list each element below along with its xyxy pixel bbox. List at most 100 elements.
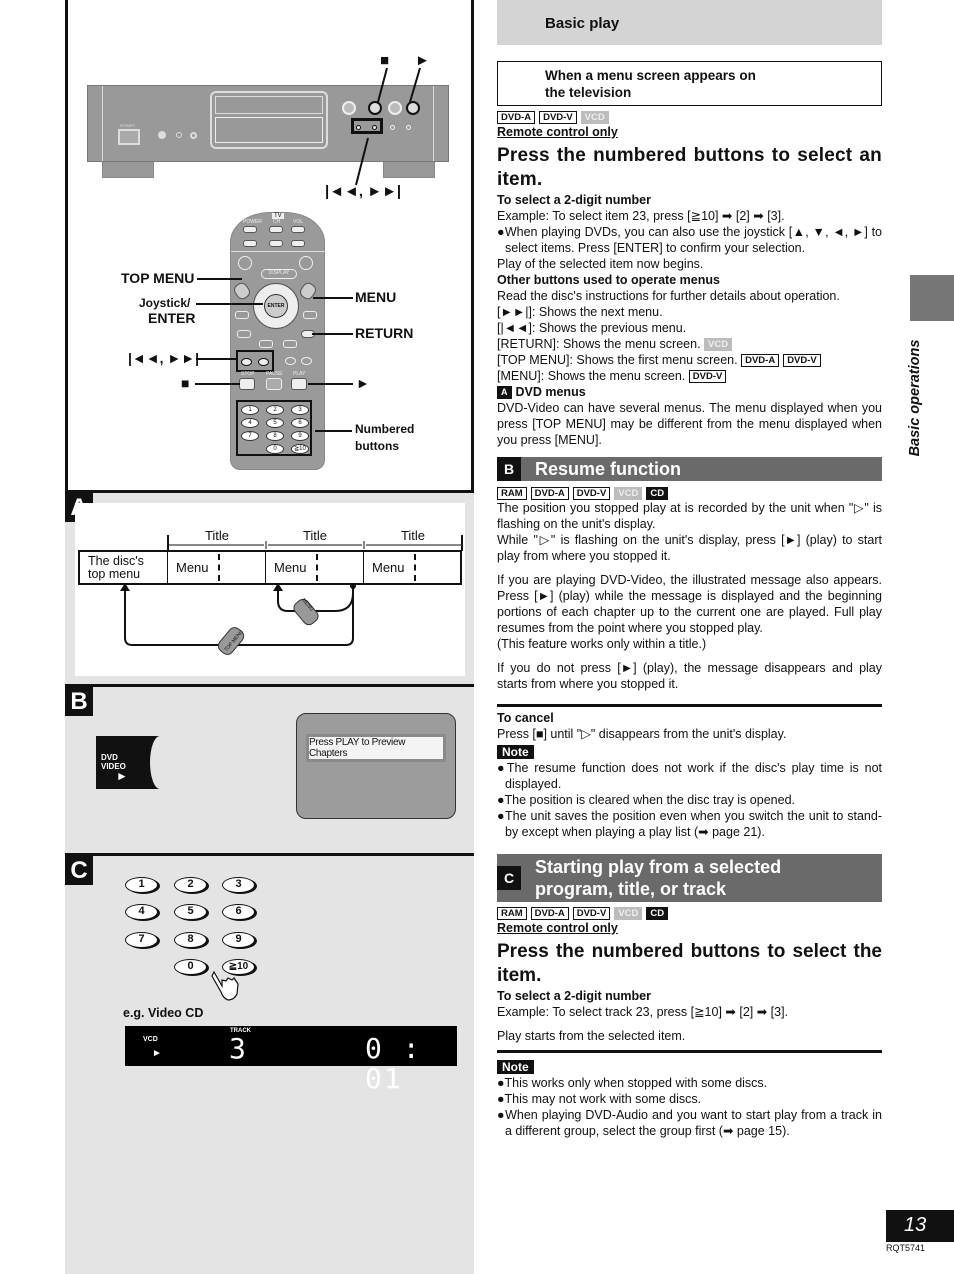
key-5[interactable]: 5	[174, 904, 207, 920]
key-1[interactable]: 1	[125, 877, 158, 893]
key-9[interactable]: 9	[222, 932, 255, 948]
badge-dvd-a: DVD-A	[497, 111, 536, 124]
joystick-line	[196, 303, 263, 305]
vcd-display: VCD ► TRACK 3 0 : 01	[125, 1026, 457, 1094]
play-line	[308, 383, 353, 385]
remote-key-8[interactable]: 8	[266, 431, 284, 441]
figure-c-rule	[65, 853, 474, 856]
skip-callout: |◄◄, ►►|	[128, 350, 200, 366]
ch-up-button[interactable]	[269, 226, 283, 233]
menu-text: [MENU]: Shows the menu screen.	[497, 369, 686, 383]
top-menu-cell-line2: top menu	[88, 566, 141, 581]
resume-section-letter: B	[497, 457, 521, 481]
badge-dvd-a: DVD-A	[530, 487, 569, 500]
track-number: 3	[229, 1032, 246, 1065]
open-close-remote-button[interactable]	[299, 256, 313, 270]
key-7[interactable]: 7	[125, 932, 158, 948]
unit-display-flashing-play: DVD VIDEO ►	[96, 736, 170, 789]
skip-prev-button[interactable]	[241, 358, 252, 366]
stop-button[interactable]	[239, 378, 255, 390]
remote-key-1[interactable]: 1	[241, 405, 259, 415]
chapter-tab	[910, 275, 954, 321]
resume-rule	[497, 704, 882, 707]
menu-topic-box: When a menu screen appears on the televi…	[497, 61, 882, 106]
return-callout: RETURN	[355, 325, 414, 341]
resume-p3: If you are playing DVD-Video, the illust…	[497, 573, 882, 635]
enter-button[interactable]: ENTER	[264, 294, 288, 318]
ch-label: CH	[273, 219, 281, 225]
menu-cell-2: Menu	[266, 552, 364, 583]
badge-ram: RAM	[497, 907, 527, 920]
menu-topic-line2: the television	[545, 85, 632, 100]
select-two-digit-subhead: To select a 2-digit number	[497, 989, 651, 1003]
remote-key-7[interactable]: 7	[241, 431, 259, 441]
select-title-line2: program, title, or track	[535, 879, 727, 899]
marker-button[interactable]	[303, 311, 317, 319]
menu-line	[313, 297, 353, 299]
remote-key-0[interactable]: 0	[266, 444, 284, 454]
pointing-hand-icon	[211, 970, 239, 1001]
select-note-1: ●This works only when stopped with some …	[497, 1076, 768, 1090]
top-menu-badge-v: DVD-V	[783, 354, 821, 367]
select-section-title: Starting play from a selected program, t…	[535, 856, 781, 900]
remote-key-9[interactable]: 9	[291, 431, 309, 441]
power-switch[interactable]	[118, 129, 140, 145]
tv-power-button[interactable]	[243, 226, 257, 233]
key-4[interactable]: 4	[125, 904, 158, 920]
return-badge: VCD	[704, 338, 733, 351]
numbered-callout-1: Numbered	[355, 422, 415, 436]
resume-p2: While "▷" is flashing on the unit's disp…	[497, 533, 882, 563]
title-span-arrows	[167, 535, 463, 551]
remote-key-2[interactable]: 2	[266, 405, 284, 415]
deck-jack-2	[190, 132, 197, 139]
select-note-2: ●This may not work with some discs.	[497, 1092, 702, 1106]
top-menu-cell: The disc's top menu	[80, 552, 168, 583]
two-digit-example: Example: To select item 23, press [≧10] …	[497, 209, 785, 223]
remote-key-6[interactable]: 6	[291, 418, 309, 428]
page-button[interactable]	[237, 330, 251, 338]
group-button[interactable]	[235, 311, 249, 319]
key-6[interactable]: 6	[222, 904, 255, 920]
top-menu-text: [TOP MENU]: Shows the first menu screen.	[497, 353, 738, 367]
key-8[interactable]: 8	[174, 932, 207, 948]
audio-button[interactable]	[283, 340, 297, 348]
key-0[interactable]: 0	[174, 959, 207, 975]
remote-key-5[interactable]: 5	[266, 418, 284, 428]
subtitle-button[interactable]	[259, 340, 273, 348]
read-instructions-text: Read the disc's instructions for further…	[497, 289, 840, 303]
vcd-mode-label: VCD	[143, 1036, 158, 1043]
slow-fwd-button[interactable]	[301, 357, 312, 365]
vcd-play-icon: ►	[152, 1048, 162, 1059]
resume-p3b: (This feature works only within a title.…	[497, 637, 707, 651]
deck-foot-left	[102, 162, 154, 178]
badge-dvd-v: DVD-V	[539, 111, 577, 124]
resume-note-1: ●The resume function does not work if th…	[497, 761, 882, 791]
tv-av-button[interactable]	[243, 240, 257, 247]
pause-button[interactable]	[266, 378, 282, 390]
remote-key-10-plus[interactable]: ≧10	[291, 444, 309, 454]
joystick[interactable]: ENTER	[253, 283, 299, 329]
badge-vcd: VCD	[614, 487, 643, 500]
menu-structure-table: The disc's top menu Menu Menu Menu	[78, 550, 462, 585]
key-2[interactable]: 2	[174, 877, 207, 893]
power-label: POWER	[120, 123, 136, 128]
menu-cell-1: Menu	[168, 552, 266, 583]
display-button[interactable]: DISPLAY	[261, 269, 297, 279]
figure-b-rule	[65, 684, 474, 687]
remote-key-3[interactable]: 3	[291, 405, 309, 415]
vol-down-button[interactable]	[291, 240, 305, 247]
skip-next-button[interactable]	[258, 358, 269, 366]
deck-lcd	[215, 117, 323, 143]
select-rule	[497, 1050, 882, 1053]
play-button[interactable]	[291, 378, 307, 390]
remote-key-4[interactable]: 4	[241, 418, 259, 428]
ch-down-button[interactable]	[269, 240, 283, 247]
slow-rev-button[interactable]	[285, 357, 296, 365]
key-3[interactable]: 3	[222, 877, 255, 893]
power-button[interactable]	[238, 256, 252, 270]
cancel-text: Press [■] until "▷" disappears from the …	[497, 727, 787, 741]
vol-up-button[interactable]	[291, 226, 305, 233]
return-line	[312, 333, 353, 335]
play-starts-text: Play starts from the selected item.	[497, 1029, 686, 1043]
top-menu-button[interactable]	[231, 280, 253, 302]
